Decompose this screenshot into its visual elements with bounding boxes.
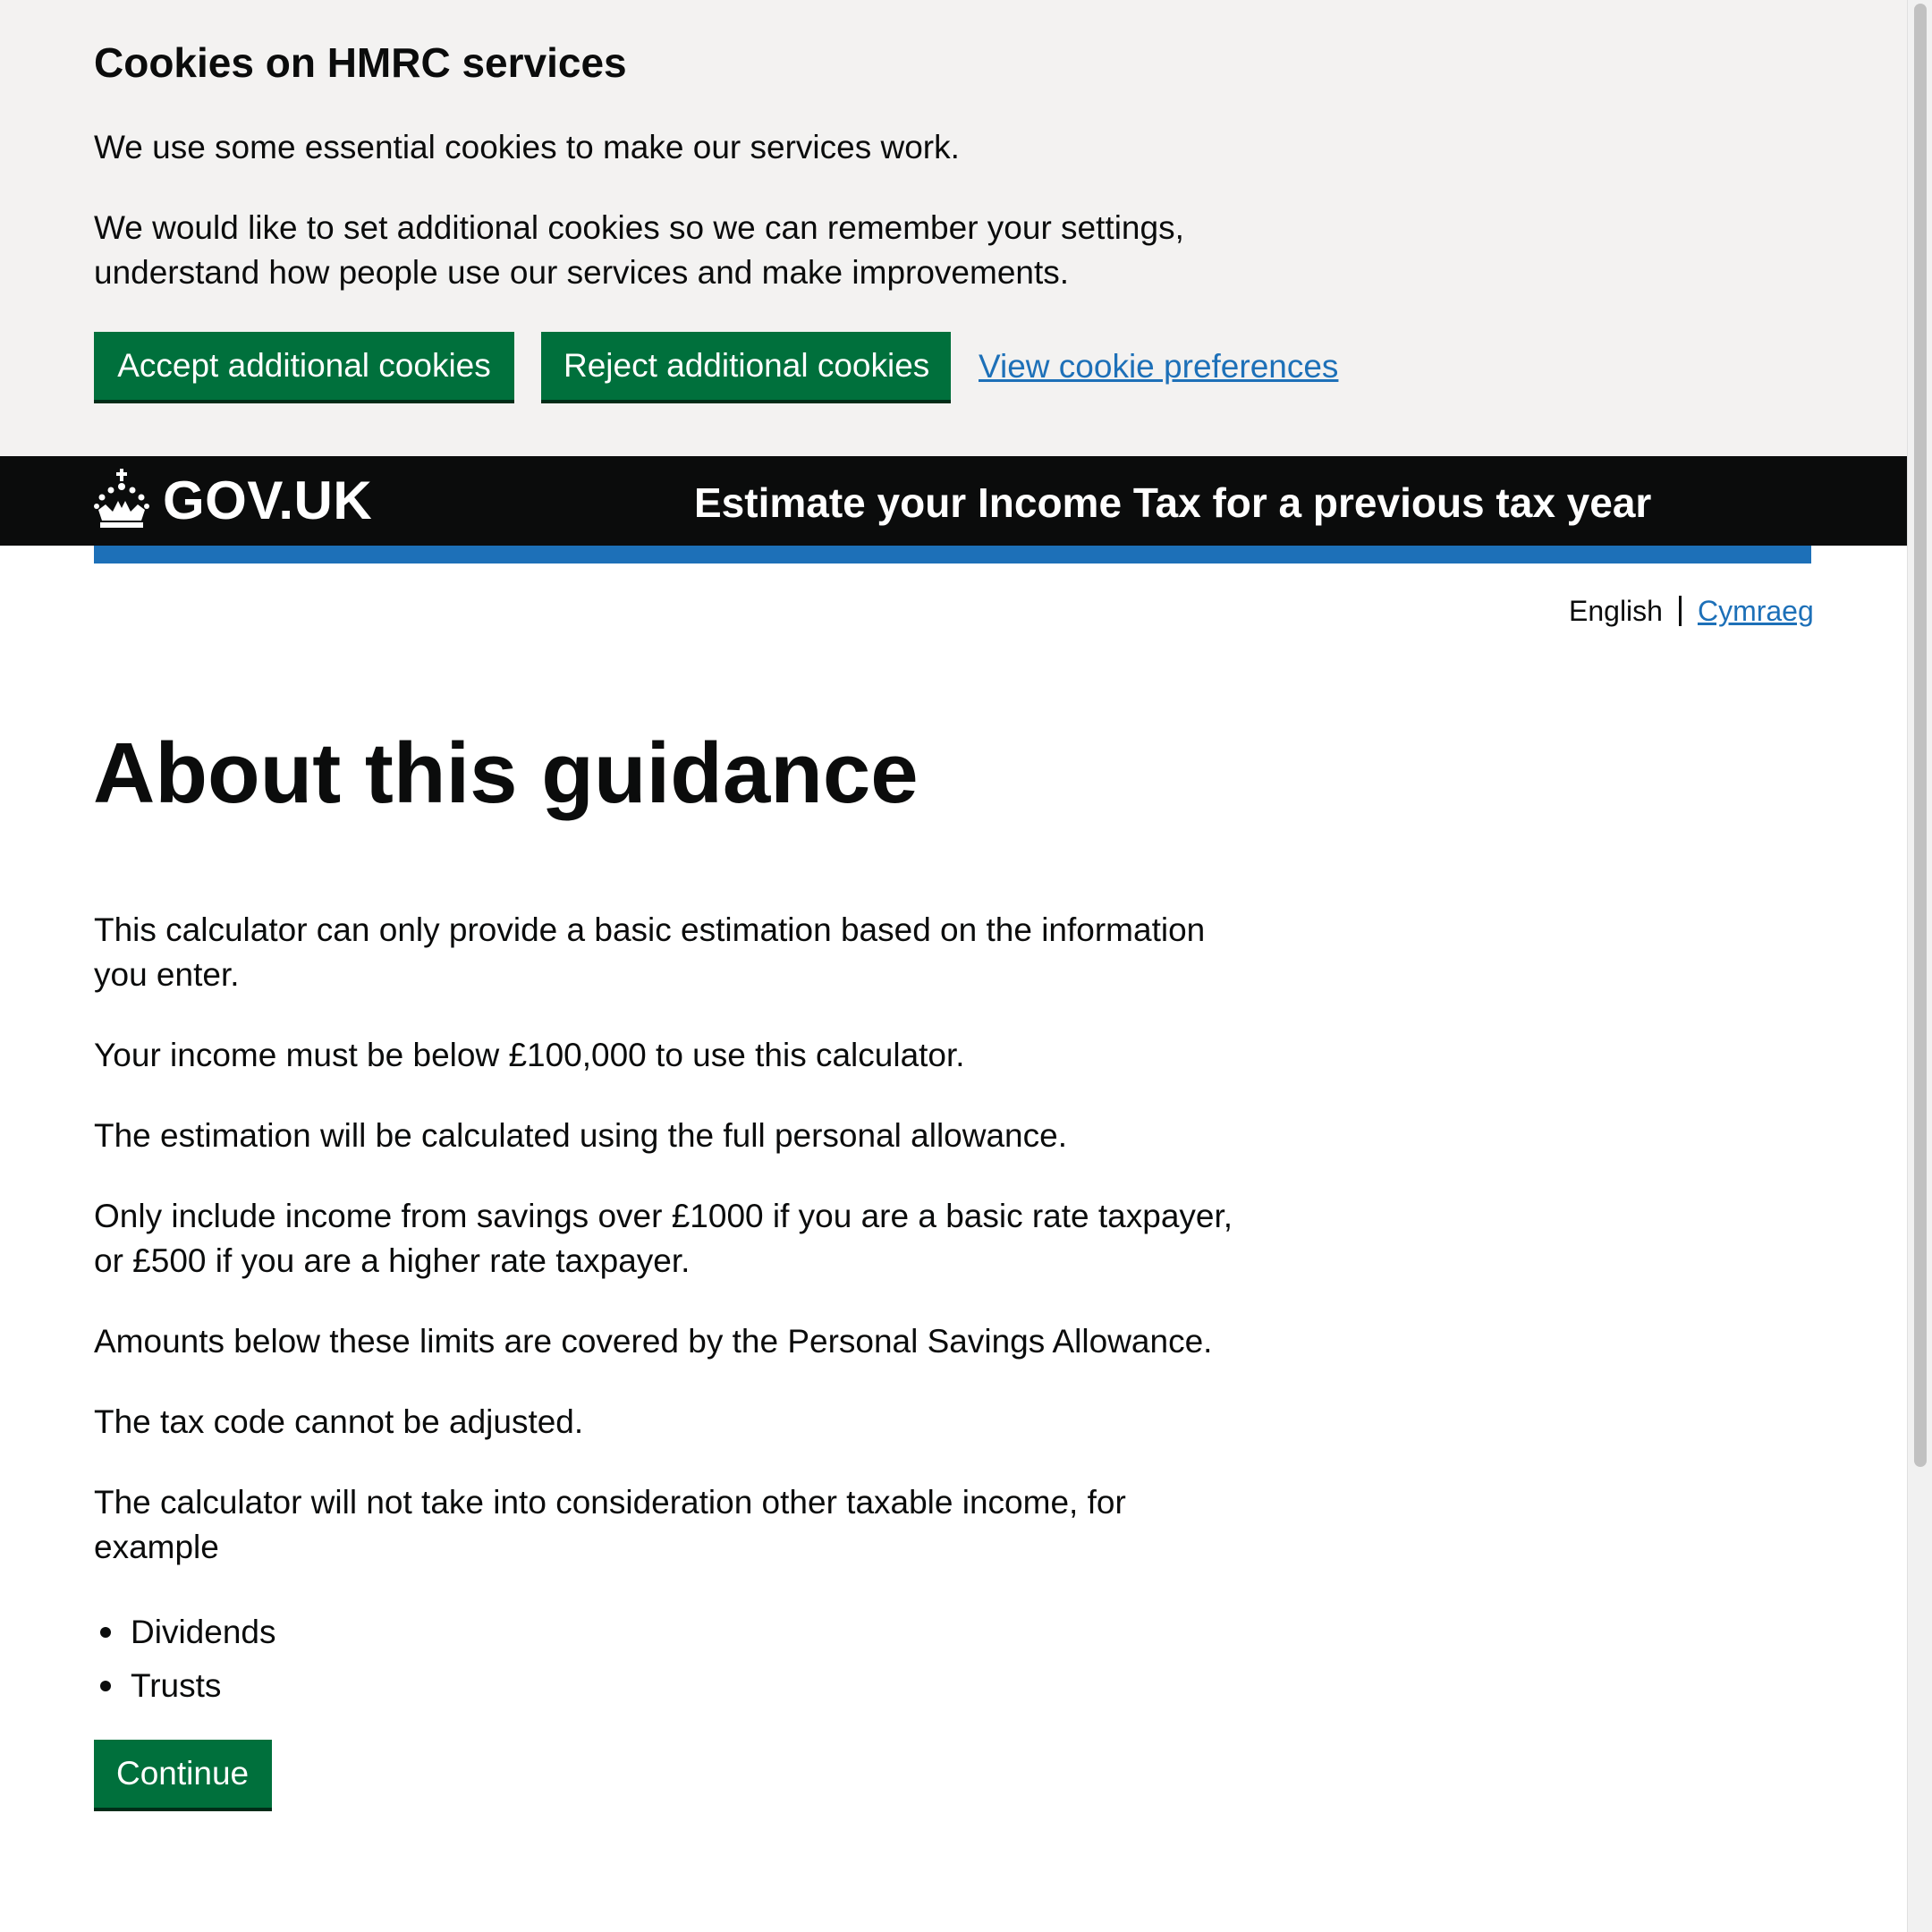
view-cookie-preferences-link[interactable]: View cookie preferences [979,344,1338,389]
guidance-paragraph: Only include income from savings over £1… [94,1198,1233,1279]
page-title: About this guidance [93,725,919,821]
list-item: Dividends [94,1606,275,1659]
header-blue-bar [94,546,1811,564]
page: Cookies on HMRC services We use some ess… [0,0,1907,1932]
language-welsh-link[interactable]: Cymraeg [1698,595,1814,627]
guidance-paragraph: The estimation will be calculated using … [94,1117,1067,1154]
guidance-paragraph: The tax code cannot be adjusted. [94,1403,584,1440]
continue-button[interactable]: Continue [94,1740,272,1808]
excluded-income-list: Dividends Trusts [94,1606,275,1713]
guidance-paragraph: The calculator will not take into consid… [94,1484,1126,1565]
cookie-banner-text: We use some essential cookies to make ou… [94,129,960,165]
cookie-banner-text: We would like to set additional cookies … [94,209,1184,291]
scrollbar-thumb[interactable] [1914,4,1927,1467]
guidance-paragraph: This calculator can only provide a basic… [94,911,1206,993]
language-divider [1678,596,1682,626]
site-header: GOV.UK Estimate your Income Tax for a pr… [0,456,1907,546]
language-current: English [1569,595,1663,627]
accept-cookies-button[interactable]: Accept additional cookies [94,332,514,400]
reject-cookies-button[interactable]: Reject additional cookies [541,332,951,400]
service-name[interactable]: Estimate your Income Tax for a previous … [694,476,1651,530]
vertical-scrollbar[interactable] [1907,0,1932,1932]
guidance-paragraph: Your income must be below £100,000 to us… [94,1037,965,1073]
govuk-logo-text[interactable]: GOV.UK [163,470,372,531]
cookie-banner: Cookies on HMRC services We use some ess… [0,0,1907,456]
language-toggle: English Cymraeg [1569,590,1814,631]
list-item: Trusts [94,1659,275,1713]
cookie-banner-title: Cookies on HMRC services [94,39,627,86]
guidance-paragraph: Amounts below these limits are covered b… [94,1323,1213,1360]
crown-icon[interactable] [93,469,150,531]
